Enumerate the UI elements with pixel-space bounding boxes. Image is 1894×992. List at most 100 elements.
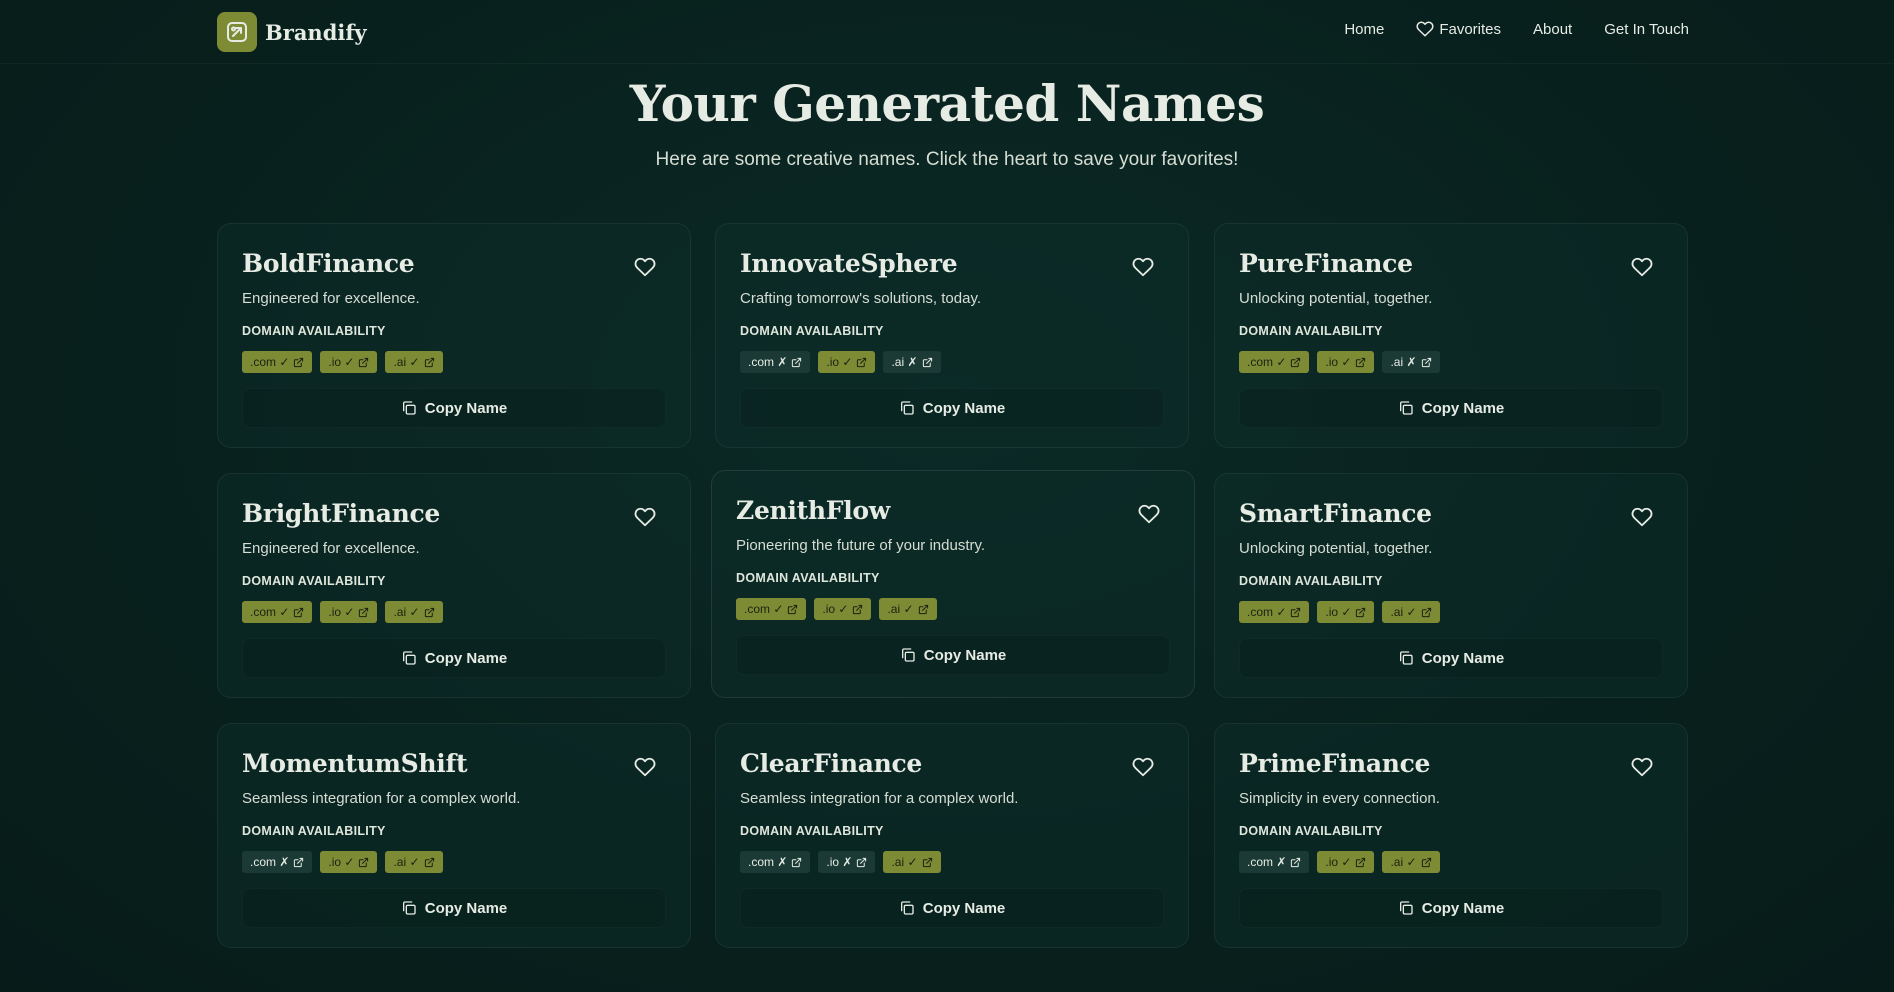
domain-chip[interactable]: .com ✓ bbox=[242, 601, 313, 623]
domain-chip[interactable]: .io ✓ bbox=[320, 851, 378, 873]
copy-name-button[interactable]: Copy Name bbox=[1239, 388, 1663, 428]
domain-chip[interactable]: .com ✗ bbox=[242, 851, 313, 873]
favorite-heart-icon[interactable] bbox=[1132, 756, 1154, 778]
copy-name-button[interactable]: Copy Name bbox=[740, 388, 1164, 428]
domain-chip[interactable]: .com ✓ bbox=[1239, 601, 1310, 623]
domain-chip-label: .com ✓ bbox=[744, 602, 784, 616]
domain-chip-label: .com ✓ bbox=[250, 355, 290, 369]
domain-chip[interactable]: .ai ✓ bbox=[385, 601, 443, 623]
external-link-icon bbox=[918, 604, 929, 615]
nav-home[interactable]: Home bbox=[1344, 21, 1384, 38]
domain-availability-label: DOMAIN AVAILABILITY bbox=[242, 574, 386, 588]
copy-icon bbox=[899, 900, 915, 916]
nav-favorites[interactable]: Favorites bbox=[1416, 20, 1501, 38]
copy-name-button[interactable]: Copy Name bbox=[1239, 638, 1663, 678]
domain-chip[interactable]: .ai ✗ bbox=[1382, 351, 1440, 373]
favorite-heart-icon[interactable] bbox=[1132, 256, 1154, 278]
copy-icon bbox=[899, 400, 915, 416]
domain-chip[interactable]: .com ✓ bbox=[736, 598, 807, 620]
copy-name-button[interactable]: Copy Name bbox=[242, 388, 666, 428]
copy-icon bbox=[1398, 400, 1414, 416]
domain-chip[interactable]: .ai ✓ bbox=[1382, 851, 1440, 873]
domain-chip[interactable]: .io ✓ bbox=[320, 351, 378, 373]
domain-availability-label: DOMAIN AVAILABILITY bbox=[1239, 574, 1383, 588]
domain-chip[interactable]: .io ✓ bbox=[1317, 601, 1375, 623]
external-link-icon bbox=[1355, 857, 1366, 868]
domain-chip[interactable]: .com ✗ bbox=[740, 851, 811, 873]
copy-name-label: Copy Name bbox=[922, 899, 1006, 917]
domain-chip[interactable]: .io ✗ bbox=[818, 851, 876, 873]
domain-chip[interactable]: .ai ✓ bbox=[883, 851, 941, 873]
domain-chip[interactable]: .io ✓ bbox=[814, 598, 872, 620]
domain-chip[interactable]: .ai ✗ bbox=[883, 351, 941, 373]
domain-chip-label: .com ✓ bbox=[1247, 605, 1287, 619]
generated-name: InnovateSphere bbox=[740, 249, 958, 278]
generated-name: BrightFinance bbox=[242, 499, 441, 528]
copy-name-label: Copy Name bbox=[923, 646, 1007, 664]
domain-chip[interactable]: .io ✓ bbox=[1317, 351, 1375, 373]
copy-name-label: Copy Name bbox=[424, 899, 508, 917]
domain-availability-label: DOMAIN AVAILABILITY bbox=[740, 824, 884, 838]
name-card: MomentumShift Seamless integration for a… bbox=[217, 723, 691, 948]
domain-chip-label: .io ✓ bbox=[1325, 855, 1352, 869]
external-link-icon bbox=[1355, 607, 1366, 618]
favorite-heart-icon[interactable] bbox=[634, 506, 656, 528]
domain-chip[interactable]: .ai ✓ bbox=[385, 851, 443, 873]
domain-availability-label: DOMAIN AVAILABILITY bbox=[1239, 824, 1383, 838]
external-link-icon bbox=[293, 357, 304, 368]
favorite-heart-icon[interactable] bbox=[1631, 256, 1653, 278]
copy-name-label: Copy Name bbox=[922, 399, 1006, 417]
copy-name-button[interactable]: Copy Name bbox=[1239, 888, 1663, 928]
domain-chip-label: .io ✓ bbox=[328, 355, 355, 369]
copy-name-button[interactable]: Copy Name bbox=[242, 638, 666, 678]
nav-get-in-touch[interactable]: Get In Touch bbox=[1604, 21, 1689, 38]
external-link-icon bbox=[922, 857, 933, 868]
domain-chip-label: .io ✓ bbox=[1325, 355, 1352, 369]
domain-chip-label: .com ✗ bbox=[250, 855, 290, 869]
external-link-icon bbox=[922, 357, 933, 368]
domain-chip[interactable]: .ai ✓ bbox=[385, 351, 443, 373]
external-link-icon bbox=[852, 604, 863, 615]
domain-chip[interactable]: .com ✓ bbox=[242, 351, 313, 373]
domain-chip-label: .com ✗ bbox=[748, 355, 788, 369]
external-link-icon bbox=[358, 607, 369, 618]
domain-chip[interactable]: .com ✗ bbox=[1239, 851, 1310, 873]
copy-name-button[interactable]: Copy Name bbox=[736, 635, 1170, 675]
domain-chip[interactable]: .ai ✓ bbox=[879, 598, 937, 620]
favorite-heart-icon[interactable] bbox=[634, 756, 656, 778]
copy-name-button[interactable]: Copy Name bbox=[740, 888, 1164, 928]
domain-chips: .com ✗ .io ✗ .ai ✓ bbox=[740, 851, 941, 873]
external-link-icon bbox=[1290, 857, 1301, 868]
heart-icon bbox=[1416, 20, 1434, 38]
name-tagline: Simplicity in every connection. bbox=[1239, 790, 1440, 807]
copy-name-button[interactable]: Copy Name bbox=[242, 888, 666, 928]
external-link-icon bbox=[791, 357, 802, 368]
domain-chip[interactable]: .com ✗ bbox=[740, 351, 811, 373]
domain-chip-label: .ai ✓ bbox=[1390, 605, 1417, 619]
external-link-icon bbox=[358, 857, 369, 868]
domain-chip[interactable]: .io ✓ bbox=[1317, 851, 1375, 873]
nav-links: Home Favorites About Get In Touch bbox=[1344, 20, 1689, 38]
favorite-heart-icon[interactable] bbox=[1138, 503, 1160, 525]
generated-name: ClearFinance bbox=[740, 749, 922, 778]
favorite-heart-icon[interactable] bbox=[634, 256, 656, 278]
domain-availability-label: DOMAIN AVAILABILITY bbox=[242, 824, 386, 838]
domain-chip-label: .ai ✗ bbox=[1390, 355, 1417, 369]
copy-name-label: Copy Name bbox=[424, 649, 508, 667]
favorite-heart-icon[interactable] bbox=[1631, 506, 1653, 528]
domain-chip[interactable]: .io ✓ bbox=[818, 351, 876, 373]
name-card: ZenithFlow Pioneering the future of your… bbox=[711, 470, 1195, 698]
domain-chips: .com ✓ .io ✓ .ai ✓ bbox=[242, 601, 443, 623]
nav-about[interactable]: About bbox=[1533, 21, 1572, 38]
domain-chip[interactable]: .io ✓ bbox=[320, 601, 378, 623]
domain-chip[interactable]: .com ✓ bbox=[1239, 351, 1310, 373]
name-card: ClearFinance Seamless integration for a … bbox=[715, 723, 1189, 948]
domain-chip-label: .io ✗ bbox=[826, 855, 853, 869]
favorite-heart-icon[interactable] bbox=[1631, 756, 1653, 778]
brand-home-link[interactable]: Brandify bbox=[217, 12, 367, 52]
domain-availability-label: DOMAIN AVAILABILITY bbox=[242, 324, 386, 338]
domain-chip[interactable]: .ai ✓ bbox=[1382, 601, 1440, 623]
page-subtitle: Here are some creative names. Click the … bbox=[655, 149, 1239, 170]
domain-chips: .com ✓ .io ✓ .ai ✓ bbox=[1239, 601, 1440, 623]
copy-name-label: Copy Name bbox=[424, 399, 508, 417]
